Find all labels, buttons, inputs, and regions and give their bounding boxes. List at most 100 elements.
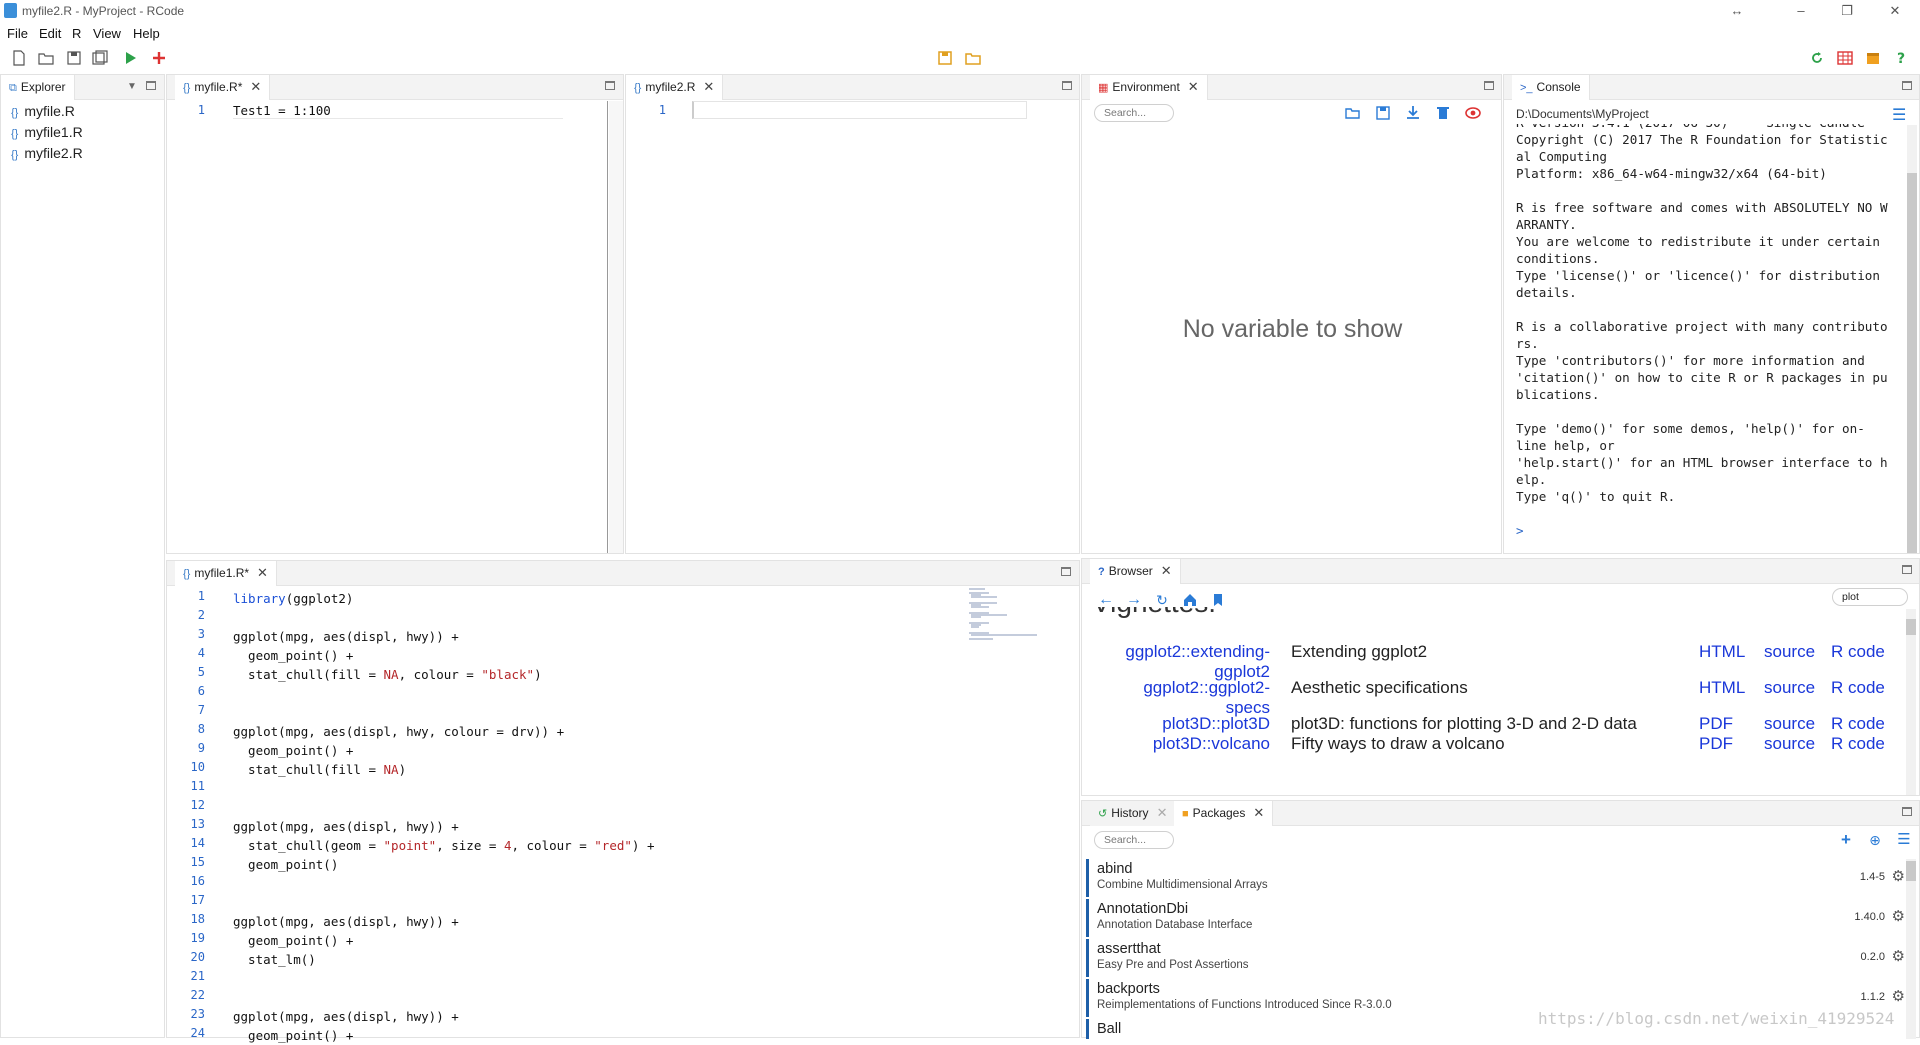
bookmark-icon[interactable] [1210, 592, 1226, 608]
tab-packages[interactable]: ■ Packages ✕ [1174, 801, 1274, 826]
close-tab-icon[interactable]: ✕ [1188, 79, 1199, 94]
forward-arrow-icon[interactable]: → [1126, 592, 1142, 608]
update-packages-icon[interactable]: ⊕ [1867, 832, 1883, 848]
environment-maximize-icon[interactable] [1484, 81, 1494, 90]
console-maximize-icon[interactable] [1902, 81, 1912, 90]
packages-scroll-thumb[interactable] [1906, 861, 1916, 881]
explorer-file-item[interactable]: {} myfile2.R [11, 145, 83, 166]
package-row[interactable]: assertthat Easy Pre and Post Assertions 0.… [1086, 939, 1909, 977]
close-tab-icon[interactable]: ✕ [257, 565, 268, 580]
vignette-name-link[interactable]: plot3D::volcano [1082, 734, 1270, 754]
package-settings-gear-icon[interactable]: ⚙ [1892, 987, 1905, 1005]
tab-history[interactable]: ↺ History ✕ [1090, 801, 1177, 826]
table-icon[interactable] [1836, 49, 1854, 67]
refresh-icon[interactable] [1808, 49, 1826, 67]
vignette-source-link[interactable]: source [1764, 642, 1815, 662]
tab-environment[interactable]: ▦ Environment ✕ [1090, 75, 1208, 100]
close-tab-icon[interactable]: ✕ [703, 79, 714, 94]
open-icon[interactable] [1345, 105, 1361, 121]
vignette-format-link[interactable]: HTML [1699, 678, 1745, 698]
browser-maximize-icon[interactable] [1902, 565, 1912, 574]
vignette-format-link[interactable]: HTML [1699, 642, 1745, 662]
current-line-input[interactable] [692, 101, 1027, 119]
tab-browser[interactable]: ? Browser ✕ [1090, 559, 1181, 584]
tab-console[interactable]: >_ Console [1512, 75, 1590, 100]
packages-menu-icon[interactable]: ☰ [1896, 832, 1912, 848]
vignette-rcode-link[interactable]: R code [1831, 642, 1885, 662]
save-icon[interactable] [65, 49, 83, 67]
run-icon[interactable] [121, 49, 139, 67]
explorer-file-item[interactable]: {} myfile.R [11, 103, 83, 124]
menu-view[interactable]: View [93, 26, 121, 41]
menu-help[interactable]: Help [133, 26, 160, 41]
close-tab-icon[interactable]: ✕ [1157, 805, 1168, 820]
browser-scroll-thumb[interactable] [1906, 619, 1916, 635]
eye-icon[interactable] [1465, 105, 1481, 121]
package-settings-gear-icon[interactable]: ⚙ [1892, 907, 1905, 925]
vignette-source-link[interactable]: source [1764, 734, 1815, 754]
vignette-rcode-link[interactable]: R code [1831, 678, 1885, 698]
vignette-format-link[interactable]: PDF [1699, 734, 1733, 754]
save-all-icon[interactable] [91, 49, 109, 67]
editor-maximize-icon[interactable] [1062, 81, 1072, 90]
minimize-button[interactable]: – [1786, 2, 1816, 20]
packages-search-input[interactable]: Search... [1094, 831, 1174, 849]
explorer-menu-icon[interactable]: ▼ [127, 81, 137, 92]
environment-search-input[interactable]: Search... [1094, 104, 1174, 122]
code-line[interactable]: Test1 = 1:100 [233, 103, 331, 118]
packages-scrollbar[interactable] [1906, 859, 1916, 1039]
tab-myfile2[interactable]: {} myfile2.R ✕ [626, 75, 724, 100]
import-icon[interactable] [1405, 105, 1421, 121]
package-settings-gear-icon[interactable]: ⚙ [1892, 867, 1905, 885]
new-file-icon[interactable] [10, 49, 28, 67]
resize-icon[interactable]: ↔ [1722, 2, 1752, 20]
vignette-name-link[interactable]: ggplot2::extending- [1082, 642, 1270, 662]
package-row[interactable]: AnnotationDbi Annotation Database Interfa… [1086, 899, 1909, 937]
explorer-file-item[interactable]: {} myfile1.R [11, 124, 83, 145]
editor-maximize-icon[interactable] [605, 81, 615, 90]
open-project-icon[interactable] [964, 49, 982, 67]
trash-icon[interactable] [1435, 105, 1451, 121]
explorer-maximize-icon[interactable] [146, 81, 156, 90]
menu-file[interactable]: File [7, 26, 28, 41]
open-folder-icon[interactable] [37, 49, 55, 67]
restore-button[interactable]: ❐ [1832, 2, 1862, 20]
home-icon[interactable] [1182, 592, 1198, 608]
console-prompt[interactable]: > [1516, 522, 1888, 539]
vignette-format-link[interactable]: PDF [1699, 714, 1733, 734]
menu-edit[interactable]: Edit [39, 26, 61, 41]
vignette-rcode-link[interactable]: R code [1831, 714, 1885, 734]
console-output-viewport[interactable]: R version 3.4.1 (2017-06-30) -- "Single … [1504, 124, 1906, 554]
menu-r[interactable]: R [72, 26, 81, 41]
install-package-icon[interactable]: + [1838, 831, 1854, 848]
vignette-source-link[interactable]: source [1764, 714, 1815, 734]
vignette-rcode-link[interactable]: R code [1831, 734, 1885, 754]
editor-maximize-icon[interactable] [1061, 567, 1071, 576]
console-menu-icon[interactable]: ☰ [1892, 105, 1906, 125]
tab-myfile[interactable]: {} myfile.R* ✕ [175, 75, 271, 100]
close-tab-icon[interactable]: ✕ [1253, 805, 1264, 820]
packages-maximize-icon[interactable] [1902, 807, 1912, 816]
tab-explorer[interactable]: ⧉ Explorer [1, 75, 75, 100]
code-area[interactable]: library(ggplot2) ggplot(mpg, aes(displ, … [233, 589, 654, 1045]
package-row[interactable]: abind Combine Multidimensional Arrays 1.4-… [1086, 859, 1909, 897]
help-icon[interactable]: ? [1892, 49, 1910, 67]
browser-search-input[interactable]: plot [1832, 588, 1908, 606]
editor-scrollbar[interactable] [1065, 587, 1079, 1037]
save-project-icon[interactable] [936, 49, 954, 67]
close-tab-icon[interactable]: ✕ [250, 79, 261, 94]
console-scrollbar[interactable] [1907, 125, 1917, 553]
browser-scrollbar[interactable] [1906, 609, 1916, 795]
back-arrow-icon[interactable]: ← [1098, 592, 1114, 608]
add-icon[interactable] [150, 49, 168, 67]
vignette-name-link[interactable]: plot3D::plot3D [1082, 714, 1270, 734]
close-tab-icon[interactable]: ✕ [1161, 563, 1172, 578]
close-button[interactable]: ✕ [1880, 2, 1910, 20]
package-settings-gear-icon[interactable]: ⚙ [1892, 947, 1905, 965]
save-icon[interactable] [1375, 105, 1391, 121]
reload-icon[interactable]: ↻ [1154, 592, 1170, 608]
console-scroll-thumb[interactable] [1907, 173, 1917, 553]
package-icon[interactable] [1864, 49, 1882, 67]
vignette-name-link[interactable]: ggplot2::ggplot2- [1082, 678, 1270, 698]
tab-myfile1[interactable]: {} myfile1.R* ✕ [175, 561, 277, 586]
